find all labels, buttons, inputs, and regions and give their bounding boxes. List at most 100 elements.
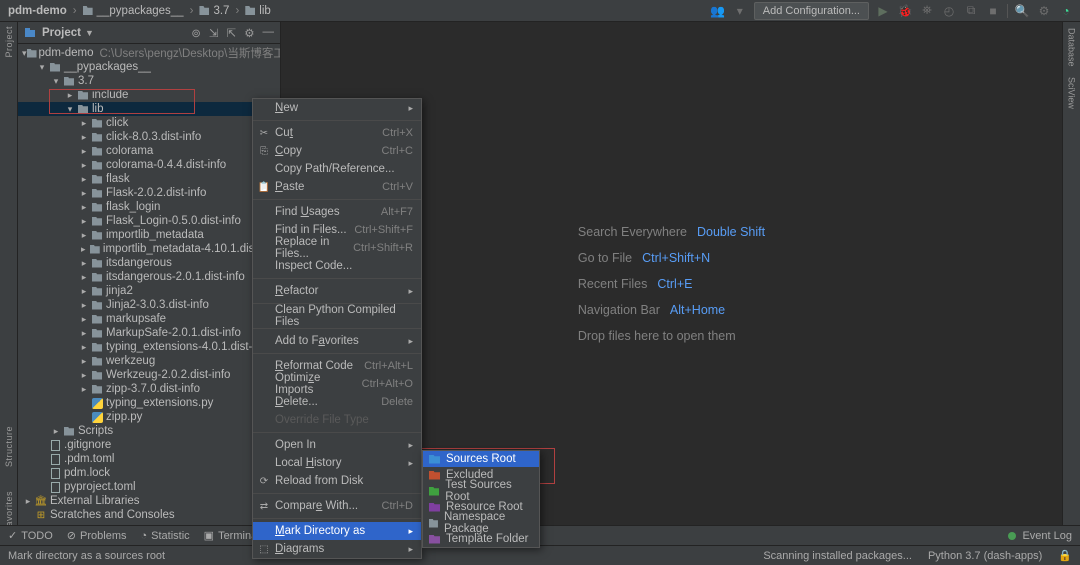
- tree-row[interactable]: .pdm.toml: [18, 452, 280, 466]
- gear-icon[interactable]: ⚙: [244, 26, 254, 40]
- menu-item[interactable]: Add to Favorites▸: [253, 332, 421, 350]
- tree-row[interactable]: ▸colorama: [18, 144, 280, 158]
- tree-arrow-icon: ▸: [78, 328, 90, 339]
- folder-icon: [83, 6, 93, 15]
- tree-row[interactable]: ▸flask_login: [18, 200, 280, 214]
- menu-item[interactable]: ✂CutCtrl+X: [253, 124, 421, 142]
- menu-item[interactable]: Open In▸: [253, 436, 421, 454]
- problems-button[interactable]: ⊘Problems: [67, 529, 127, 542]
- menu-label: Override File Type: [275, 414, 369, 426]
- tree-row[interactable]: ▸click-8.0.3.dist-info: [18, 130, 280, 144]
- menu-item[interactable]: ⟳Reload from Disk: [253, 472, 421, 490]
- tree-row[interactable]: ▸itsdangerous: [18, 256, 280, 270]
- tree-row[interactable]: ▸click: [18, 116, 280, 130]
- locate-icon[interactable]: ⊚: [191, 26, 201, 40]
- tree-row[interactable]: pyproject.toml: [18, 480, 280, 494]
- tree-row[interactable]: .gitignore: [18, 438, 280, 452]
- rail-structure[interactable]: Structure: [4, 426, 14, 467]
- submenu-item[interactable]: Template Folder: [423, 531, 539, 547]
- submenu-item[interactable]: Test Sources Root: [423, 483, 539, 499]
- stop-icon[interactable]: ■: [985, 3, 1001, 19]
- tree-row[interactable]: pdm.lock: [18, 466, 280, 480]
- expand-all-icon[interactable]: ⇲: [209, 26, 219, 40]
- profile-icon[interactable]: ◴: [941, 3, 957, 19]
- context-menu[interactable]: New▸ ✂CutCtrl+X⎘CopyCtrl+CCopy Path/Refer…: [252, 98, 422, 559]
- tree-label: __pypackages__: [64, 61, 151, 73]
- tree-label: include: [92, 89, 128, 101]
- tree-row[interactable]: ▸Flask-2.0.2.dist-info: [18, 186, 280, 200]
- tree-row[interactable]: ▸jinja2: [18, 284, 280, 298]
- mark-directory-submenu[interactable]: Sources RootExcludedTest Sources RootRes…: [422, 450, 540, 548]
- tree-row[interactable]: ▾__pypackages__: [18, 60, 280, 74]
- search-icon[interactable]: 🔍: [1014, 3, 1030, 19]
- tree-row[interactable]: ▸importlib_metadata-4.10.1.dist-info: [18, 242, 280, 256]
- tree-row[interactable]: ▾pdm-demoC:\Users\pengz\Desktop\当斯博客工作台\…: [18, 46, 280, 60]
- project-view-button[interactable]: Project ▼: [24, 27, 94, 39]
- rail-database[interactable]: Database: [1067, 28, 1077, 67]
- tree-row[interactable]: ▸MarkupSafe-2.0.1.dist-info: [18, 326, 280, 340]
- statistic-button[interactable]: ◔Statistic: [140, 530, 189, 542]
- tree-row[interactable]: ▸zipp-3.7.0.dist-info: [18, 382, 280, 396]
- menu-item[interactable]: Find UsagesAlt+F7: [253, 203, 421, 221]
- tree-row[interactable]: ▸werkzeug: [18, 354, 280, 368]
- coverage-icon[interactable]: ⛯: [919, 3, 935, 19]
- tree-row[interactable]: ▸flask: [18, 172, 280, 186]
- diagram-icon: ⬚: [258, 543, 270, 555]
- ide-icon[interactable]: ◔: [1058, 3, 1074, 19]
- tree-row[interactable]: ▸importlib_metadata: [18, 228, 280, 242]
- menu-item[interactable]: New▸: [253, 99, 421, 117]
- tree-label: zipp-3.7.0.dist-info: [106, 383, 200, 395]
- tree-row[interactable]: ▸include: [18, 88, 280, 102]
- menu-item[interactable]: Mark Directory as▸: [253, 522, 421, 540]
- run-icon[interactable]: ▶: [875, 3, 891, 19]
- status-lock-icon[interactable]: 🔒: [1058, 549, 1072, 562]
- rail-project[interactable]: Project: [4, 26, 14, 58]
- breadcrumb-lib[interactable]: lib: [243, 4, 273, 18]
- tree-row[interactable]: ▾lib: [18, 102, 280, 116]
- menu-item[interactable]: Clean Python Compiled Files: [253, 307, 421, 325]
- tree-row[interactable]: ▸🏛External Libraries: [18, 494, 280, 508]
- concurrency-icon[interactable]: ⧉: [963, 3, 979, 19]
- cut-icon: ✂: [258, 127, 270, 139]
- tree-row[interactable]: zipp.py: [18, 410, 280, 424]
- tree-row[interactable]: ▸Werkzeug-2.0.2.dist-info: [18, 368, 280, 382]
- tree-row[interactable]: ▸typing_extensions-4.0.1.dist-info: [18, 340, 280, 354]
- bb-label: Problems: [80, 530, 126, 542]
- breadcrumb-37[interactable]: 3.7: [197, 4, 231, 18]
- event-log-button[interactable]: Event Log: [1022, 530, 1072, 542]
- tree-row[interactable]: ▸itsdangerous-2.0.1.dist-info: [18, 270, 280, 284]
- tree-row[interactable]: ▸Scripts: [18, 424, 280, 438]
- debug-icon[interactable]: 🐞: [897, 3, 913, 19]
- menu-item[interactable]: Copy Path/Reference...: [253, 160, 421, 178]
- submenu-item[interactable]: Sources Root: [423, 451, 539, 467]
- menu-item[interactable]: Optimize ImportsCtrl+Alt+O: [253, 375, 421, 393]
- collapse-all-icon[interactable]: ⇱: [227, 26, 237, 40]
- submenu-item[interactable]: Namespace Package: [423, 515, 539, 531]
- menu-item[interactable]: ⇄Compare With...Ctrl+D: [253, 497, 421, 515]
- menu-item[interactable]: Replace in Files...Ctrl+Shift+R: [253, 239, 421, 257]
- tree-row[interactable]: ▸colorama-0.4.4.dist-info: [18, 158, 280, 172]
- tree-row[interactable]: ▸Jinja2-3.0.3.dist-info: [18, 298, 280, 312]
- menu-item[interactable]: ⎘CopyCtrl+C: [253, 142, 421, 160]
- tree-row[interactable]: ⊞Scratches and Consoles: [18, 508, 280, 522]
- tree-row[interactable]: ▸markupsafe: [18, 312, 280, 326]
- menu-item[interactable]: Inspect Code...: [253, 257, 421, 275]
- project-tree[interactable]: ▾pdm-demoC:\Users\pengz\Desktop\当斯博客工作台\…: [18, 44, 280, 545]
- breadcrumb-pypackages[interactable]: __pypackages__: [81, 4, 186, 18]
- add-configuration-button[interactable]: Add Configuration...: [754, 2, 869, 20]
- users-icon[interactable]: 👥: [710, 3, 726, 19]
- status-interpreter[interactable]: Python 3.7 (dash-apps): [928, 550, 1042, 562]
- menu-item[interactable]: 📋PasteCtrl+V: [253, 178, 421, 196]
- tree-row[interactable]: ▸Flask_Login-0.5.0.dist-info: [18, 214, 280, 228]
- todo-button[interactable]: ✓TODO: [8, 529, 53, 542]
- tree-row[interactable]: typing_extensions.py: [18, 396, 280, 410]
- tree-row[interactable]: ▾3.7: [18, 74, 280, 88]
- menu-item[interactable]: Local History▸: [253, 454, 421, 472]
- menu-item[interactable]: ⬚Diagrams▸: [253, 540, 421, 558]
- settings-icon[interactable]: ⚙: [1036, 3, 1052, 19]
- rail-sciview[interactable]: SciView: [1067, 77, 1077, 109]
- breadcrumb-root[interactable]: pdm-demo: [6, 4, 69, 18]
- menu-item[interactable]: Delete...Delete: [253, 393, 421, 411]
- hide-icon[interactable]: —: [263, 26, 275, 40]
- menu-item[interactable]: Refactor▸: [253, 282, 421, 300]
